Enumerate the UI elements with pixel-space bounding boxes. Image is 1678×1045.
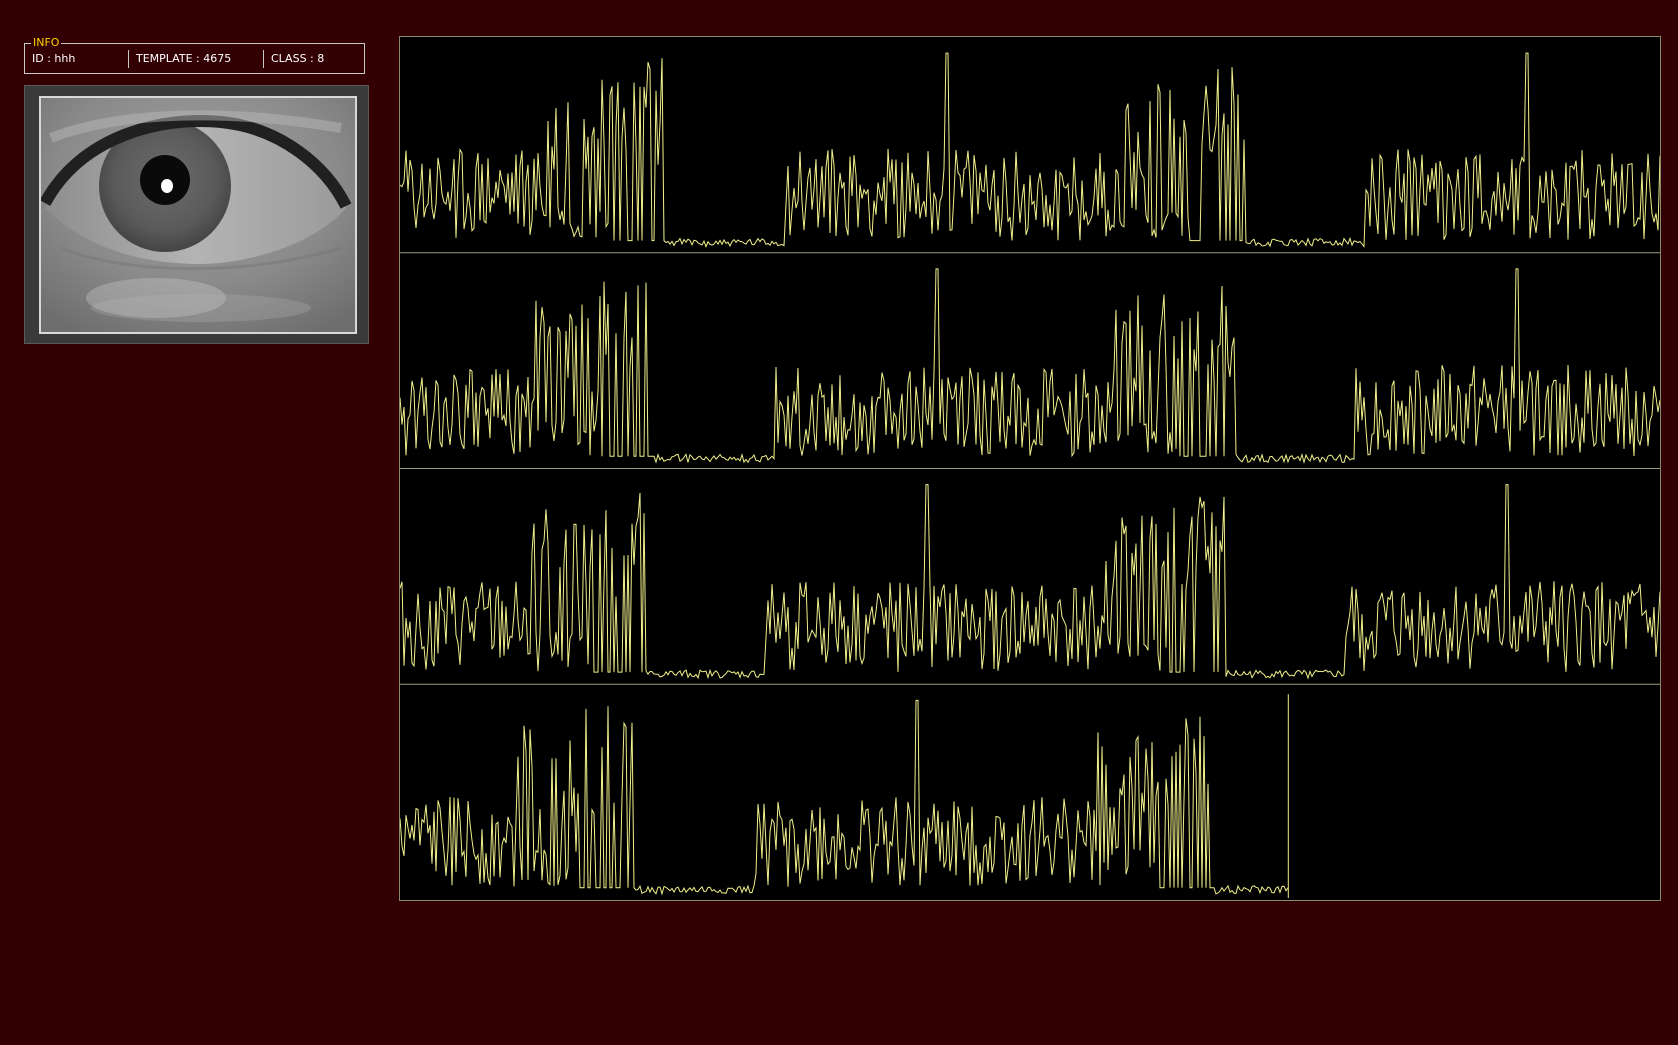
id-field: ID : hhh (32, 52, 76, 65)
eye-image-frame (24, 85, 369, 344)
signal-plot (400, 52, 1660, 898)
class-field: CLASS : 8 (271, 52, 325, 65)
info-divider (263, 50, 264, 68)
info-panel: INFO ID : hhh TEMPLATE : 4675 CLASS : 8 (24, 36, 365, 74)
info-legend: INFO (31, 36, 62, 50)
info-divider (128, 50, 129, 68)
signal-trace-row-2 (400, 268, 1660, 465)
signal-trace-row-1 (400, 52, 1660, 248)
signal-trace-row-3 (400, 484, 1660, 680)
signal-trace-row-4 (400, 699, 1289, 896)
eye-photo-drawing (41, 98, 355, 332)
template-field: TEMPLATE : 4675 (136, 52, 232, 65)
eye-image (39, 96, 357, 334)
signal-plot-panel (399, 36, 1661, 901)
